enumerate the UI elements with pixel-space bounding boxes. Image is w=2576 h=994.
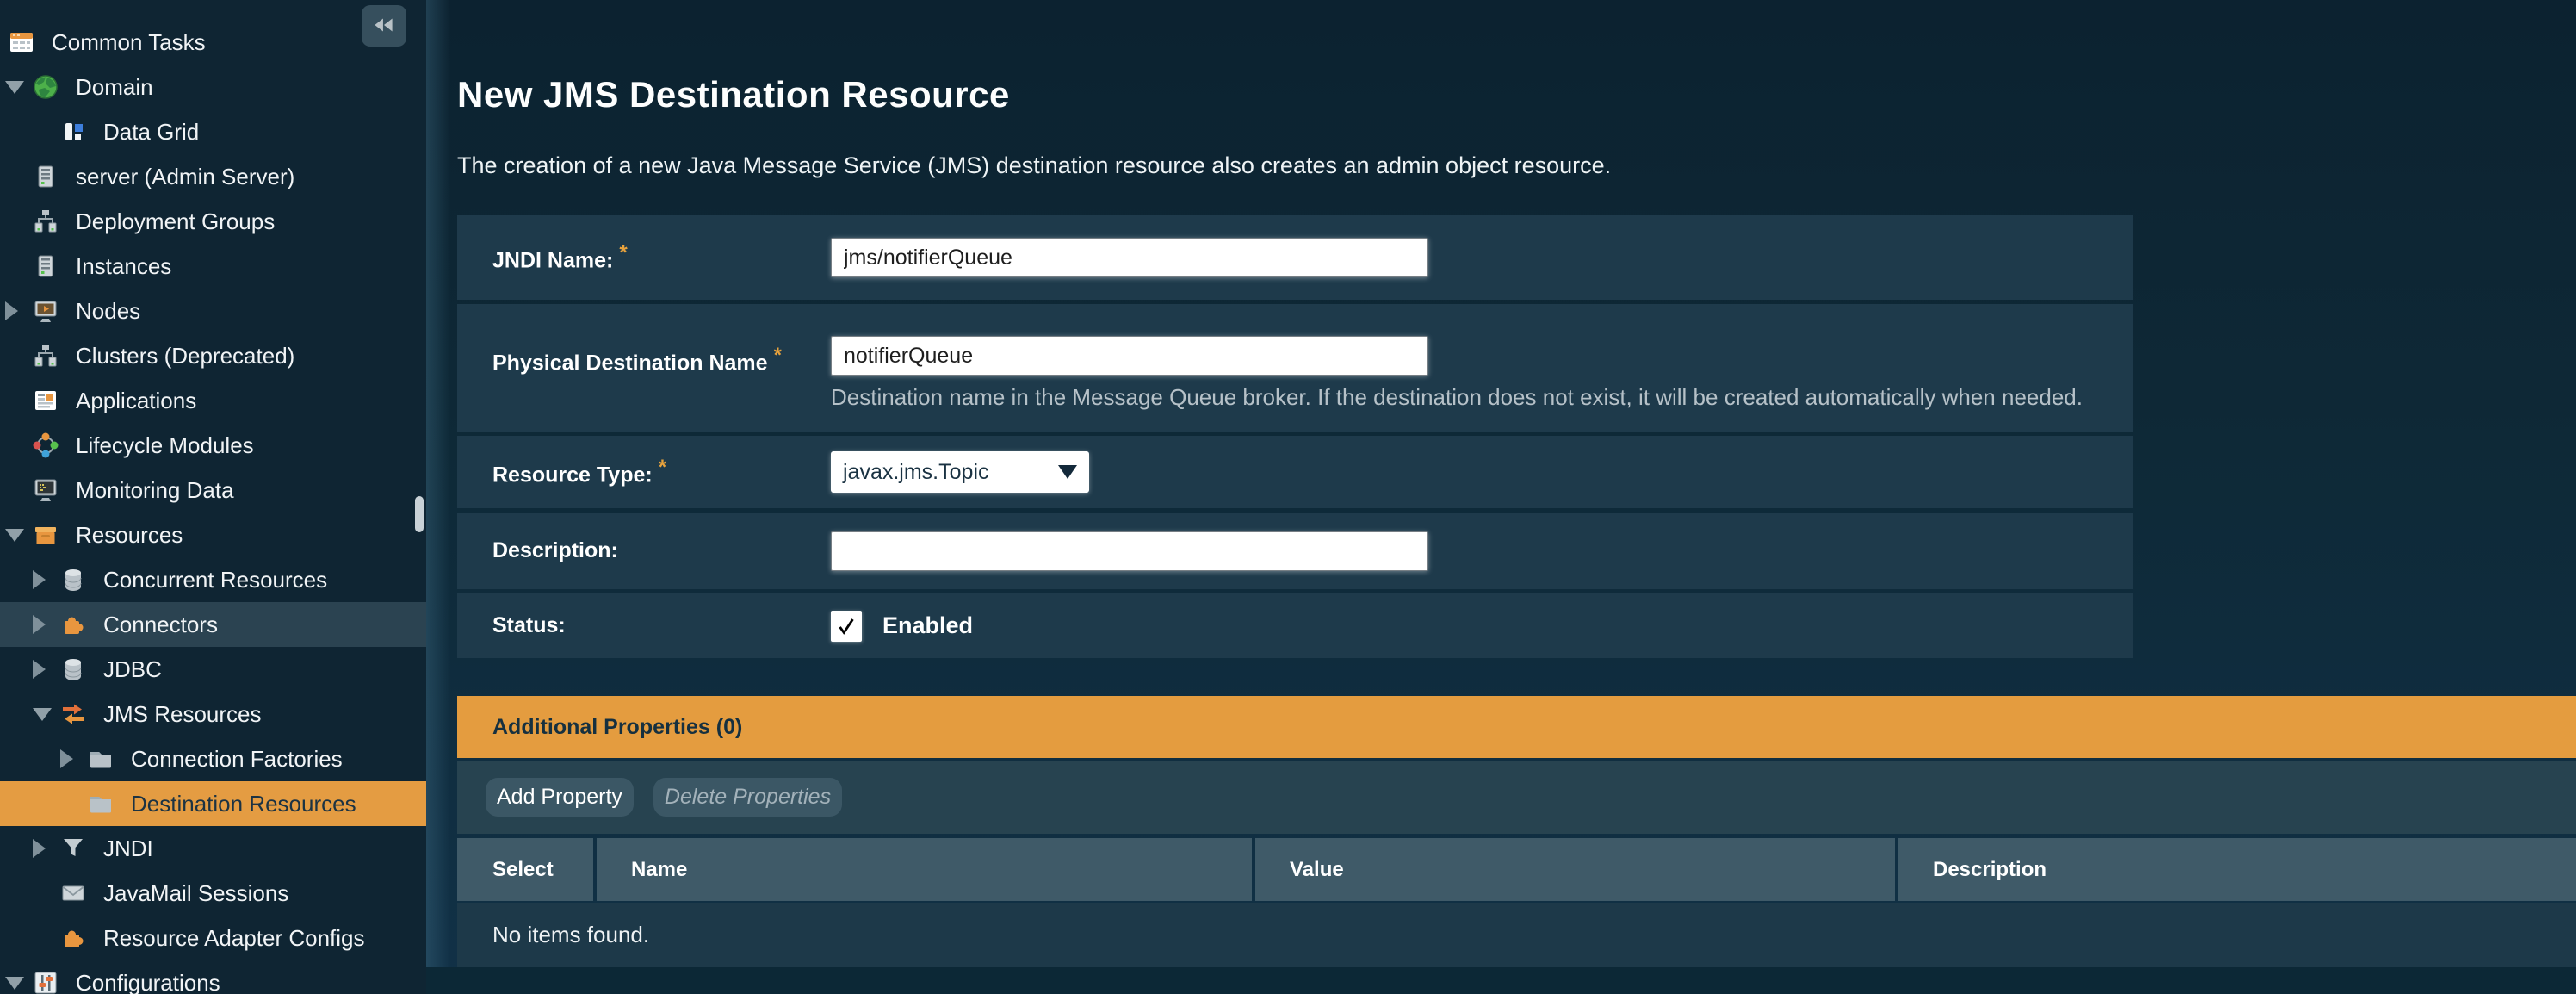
properties-toolbar: Add Property Delete Properties xyxy=(457,761,2576,834)
server-icon xyxy=(33,164,59,189)
globe-icon xyxy=(33,74,59,100)
resource-type-select[interactable]: javax.jms.Topic xyxy=(831,451,1089,493)
required-asterisk: * xyxy=(619,241,627,264)
connector-puzzle-icon xyxy=(60,925,86,951)
delete-properties-button[interactable]: Delete Properties xyxy=(653,778,842,817)
jms-arrows-icon xyxy=(60,701,86,727)
page-title: New JMS Destination Resource xyxy=(457,74,1010,115)
sidebar-item-lifecycle-modules[interactable]: Lifecycle Modules xyxy=(0,423,426,468)
expander-closed-icon[interactable] xyxy=(33,839,60,858)
database-icon xyxy=(60,567,86,593)
sidebar-item-configurations[interactable]: Configurations xyxy=(0,960,426,994)
expander-open-icon[interactable] xyxy=(5,977,33,990)
description-label: Description: xyxy=(492,538,831,563)
form-row-resource-type: Resource Type:* javax.jms.Topic xyxy=(457,436,2133,508)
table-icon xyxy=(9,29,34,55)
no-items-row: No items found. xyxy=(457,903,2576,967)
cluster-icon xyxy=(33,343,59,369)
expander-closed-icon[interactable] xyxy=(33,570,60,589)
sidebar-item-clusters-deprecated[interactable]: Clusters (Deprecated) xyxy=(0,333,426,378)
sidebar-item-monitoring-data[interactable]: Monitoring Data xyxy=(0,468,426,513)
lifecycle-icon xyxy=(33,432,59,458)
expander-closed-icon[interactable] xyxy=(33,660,60,679)
add-property-button[interactable]: Add Property xyxy=(486,778,634,817)
collapse-left-icon xyxy=(370,11,398,41)
expander-closed-icon[interactable] xyxy=(33,615,60,634)
main-content: New JMS Destination Resource The creatio… xyxy=(426,0,2576,994)
sidebar-item-resources[interactable]: Resources xyxy=(0,513,426,557)
sidebar-item-domain[interactable]: Domain xyxy=(0,65,426,109)
navigation-tree: Common Tasks Domain Data Grid server (Ad… xyxy=(0,20,426,994)
jndi-name-label: JNDI Name:* xyxy=(492,241,831,273)
form-row-jndi-name: JNDI Name:* xyxy=(457,215,2133,300)
collapse-sidebar-button[interactable] xyxy=(362,5,406,47)
new-destination-form: JNDI Name:* Physical Destination Name* D… xyxy=(457,215,2133,658)
sidebar-item-resource-adapter-configs[interactable]: Resource Adapter Configs xyxy=(0,916,426,960)
mail-icon xyxy=(60,880,86,906)
sidebar-item-destination-resources[interactable]: Destination Resources xyxy=(0,781,426,826)
sidebar-item-concurrent-resources[interactable]: Concurrent Resources xyxy=(0,557,426,602)
form-row-physical-name: Physical Destination Name* Destination n… xyxy=(457,304,2133,432)
page-description: The creation of a new Java Message Servi… xyxy=(457,152,1611,179)
column-header-value: Value xyxy=(1255,838,1895,901)
jndi-name-input[interactable] xyxy=(831,238,1428,277)
status-label: Status: xyxy=(492,613,831,638)
sidebar-item-applications[interactable]: Applications xyxy=(0,378,426,423)
physical-name-help: Destination name in the Message Queue br… xyxy=(831,384,2083,411)
sidebar-item-server-admin-server[interactable]: server (Admin Server) xyxy=(0,154,426,199)
monitoring-icon xyxy=(33,477,59,503)
sidebar-item-jndi[interactable]: JNDI xyxy=(0,826,426,871)
physical-name-input[interactable] xyxy=(831,336,1428,376)
required-asterisk: * xyxy=(774,344,782,367)
sidebar-item-connection-factories[interactable]: Connection Factories xyxy=(0,736,426,781)
sidebar-item-nodes[interactable]: Nodes xyxy=(0,289,426,333)
form-row-description: Description: xyxy=(457,513,2133,589)
sidebar-item-javamail-sessions[interactable]: JavaMail Sessions xyxy=(0,871,426,916)
filter-funnel-icon xyxy=(60,836,86,861)
expander-open-icon[interactable] xyxy=(5,81,33,94)
column-header-name: Name xyxy=(597,838,1252,901)
server-icon xyxy=(33,253,59,279)
description-input[interactable] xyxy=(831,531,1428,571)
footer-band xyxy=(426,967,2576,994)
expander-open-icon[interactable] xyxy=(33,708,60,721)
properties-table-header: Select Name Value Description xyxy=(457,838,2576,901)
sidebar-item-data-grid[interactable]: Data Grid xyxy=(0,109,426,154)
form-row-status: Status: Enabled xyxy=(457,593,2133,658)
check-icon xyxy=(834,614,858,638)
chevron-down-icon xyxy=(1058,465,1077,479)
sidebar: Common Tasks Domain Data Grid server (Ad… xyxy=(0,0,426,994)
folder-icon xyxy=(88,746,114,772)
database-icon xyxy=(60,656,86,682)
sidebar-item-instances[interactable]: Instances xyxy=(0,244,426,289)
sliders-icon xyxy=(33,970,59,994)
admin-console: Common Tasks Domain Data Grid server (Ad… xyxy=(0,0,2576,994)
sidebar-item-jms-resources[interactable]: JMS Resources xyxy=(0,692,426,736)
sidebar-item-connectors[interactable]: Connectors xyxy=(0,602,426,647)
required-asterisk: * xyxy=(659,456,666,479)
enabled-checkbox[interactable] xyxy=(831,611,862,642)
column-header-select: Select xyxy=(457,838,593,901)
expander-open-icon[interactable] xyxy=(5,529,33,542)
resource-type-selected-value: javax.jms.Topic xyxy=(843,460,989,485)
resources-box-icon xyxy=(33,522,59,548)
connector-puzzle-icon xyxy=(60,612,86,637)
data-grid-icon xyxy=(60,119,86,145)
applications-icon xyxy=(33,388,59,413)
folder-icon xyxy=(88,791,114,817)
deployment-groups-icon xyxy=(33,208,59,234)
expander-closed-icon[interactable] xyxy=(5,301,33,320)
node-monitor-icon xyxy=(33,298,59,324)
sidebar-scrollbar-thumb[interactable] xyxy=(415,496,424,532)
physical-name-label: Physical Destination Name* xyxy=(492,304,831,376)
enabled-checkbox-label: Enabled xyxy=(882,612,973,639)
sidebar-item-deployment-groups[interactable]: Deployment Groups xyxy=(0,199,426,244)
column-header-description: Description xyxy=(1898,838,2576,901)
additional-properties-header: Additional Properties (0) xyxy=(457,696,2576,758)
resource-type-label: Resource Type:* xyxy=(492,456,831,488)
sidebar-item-jdbc[interactable]: JDBC xyxy=(0,647,426,692)
expander-closed-icon[interactable] xyxy=(60,749,88,768)
